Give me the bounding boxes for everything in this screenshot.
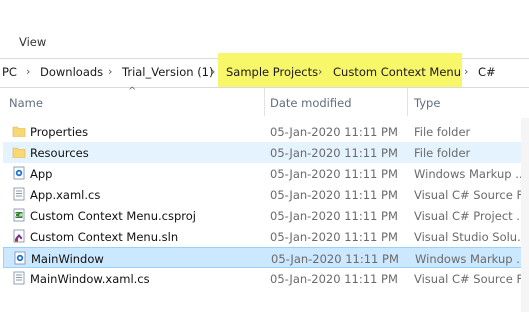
cs-file-icon bbox=[12, 271, 26, 285]
file-type: File folder bbox=[414, 146, 471, 160]
file-date-modified: 05-Jan-2020 11:11 PM bbox=[270, 230, 398, 244]
file-name: Custom Context Menu.sln bbox=[30, 230, 179, 244]
file-type: File folder bbox=[414, 125, 471, 139]
csproj-file-icon: C# bbox=[12, 208, 26, 222]
column-header-date[interactable]: Date modified bbox=[270, 96, 352, 110]
file-type: Windows Markup ... bbox=[414, 167, 527, 181]
breadcrumb-separator-icon[interactable]: › bbox=[108, 65, 112, 78]
file-row[interactable]: Custom Context Menu.sln 05-Jan-2020 11:11… bbox=[3, 226, 529, 247]
file-row[interactable]: Resources 05-Jan-2020 11:11 PM File folder bbox=[3, 142, 529, 163]
file-row[interactable]: Properties 05-Jan-2020 11:11 PM File folde… bbox=[3, 121, 529, 142]
file-type: Visual C# Project ... bbox=[414, 209, 528, 223]
view-tab[interactable]: View bbox=[19, 35, 46, 49]
folder-icon bbox=[12, 145, 26, 159]
file-type: Windows Markup ... bbox=[415, 252, 528, 266]
xaml-file-icon bbox=[12, 166, 26, 180]
file-date-modified: 05-Jan-2020 11:11 PM bbox=[270, 146, 398, 160]
file-date-modified: 05-Jan-2020 11:11 PM bbox=[270, 125, 398, 139]
file-type: Visual C# Source F... bbox=[414, 188, 529, 202]
ribbon: View bbox=[0, 0, 529, 58]
breadcrumb: PC › Downloads › Trial_Version (1) › Sam… bbox=[0, 58, 529, 86]
cs-file-icon bbox=[12, 187, 26, 201]
file-date-modified: 05-Jan-2020 11:11 PM bbox=[270, 209, 398, 223]
breadcrumb-pc[interactable]: PC bbox=[2, 65, 17, 79]
file-name: MainWindow bbox=[31, 252, 104, 266]
xaml-file-icon bbox=[13, 251, 27, 265]
file-name: Custom Context Menu.csproj bbox=[30, 209, 196, 223]
file-type: Visual C# Source F... bbox=[414, 272, 529, 286]
file-row[interactable]: App.xaml.cs 05-Jan-2020 11:11 PM Visual C#… bbox=[3, 184, 529, 205]
breadcrumb-csharp[interactable]: C# bbox=[478, 65, 496, 79]
file-row[interactable]: App 05-Jan-2020 11:11 PM Windows Markup ..… bbox=[3, 163, 529, 184]
breadcrumb-downloads[interactable]: Downloads bbox=[40, 65, 103, 79]
breadcrumb-separator-icon[interactable]: › bbox=[211, 65, 215, 78]
file-date-modified: 05-Jan-2020 11:11 PM bbox=[271, 252, 399, 266]
breadcrumb-sample-projects[interactable]: Sample Projects bbox=[226, 65, 318, 79]
file-name: App.xaml.cs bbox=[30, 188, 101, 202]
file-row[interactable]: MainWindow 05-Jan-2020 11:11 PM Windows Ma… bbox=[3, 247, 529, 268]
column-divider[interactable] bbox=[264, 88, 265, 116]
file-name: Resources bbox=[30, 146, 89, 160]
breadcrumb-separator-icon[interactable]: › bbox=[464, 65, 468, 78]
folder-icon bbox=[12, 124, 26, 138]
file-name: App bbox=[30, 167, 53, 181]
breadcrumb-separator-icon[interactable]: › bbox=[26, 65, 30, 78]
file-type: Visual Studio Solu... bbox=[414, 230, 529, 244]
sln-file-icon bbox=[12, 229, 26, 243]
column-header-type[interactable]: Type bbox=[414, 96, 440, 110]
file-name: Properties bbox=[30, 125, 89, 139]
breadcrumb-custom-context-menu[interactable]: Custom Context Menu bbox=[333, 65, 461, 79]
vertical-scrollbar[interactable] bbox=[521, 118, 529, 312]
file-date-modified: 05-Jan-2020 11:11 PM bbox=[270, 167, 398, 181]
file-row[interactable]: MainWindow.xaml.cs 05-Jan-2020 11:11 PM Vi… bbox=[3, 268, 529, 289]
column-divider[interactable] bbox=[407, 88, 408, 116]
file-row[interactable]: C# Custom Context Menu.csproj 05-Jan-2020 … bbox=[3, 205, 529, 226]
file-date-modified: 05-Jan-2020 11:11 PM bbox=[270, 272, 398, 286]
file-date-modified: 05-Jan-2020 11:11 PM bbox=[270, 188, 398, 202]
column-header-name[interactable]: Name bbox=[9, 96, 43, 110]
file-name: MainWindow.xaml.cs bbox=[30, 272, 150, 286]
svg-text:C#: C# bbox=[15, 213, 23, 219]
breadcrumb-separator-icon[interactable]: › bbox=[318, 65, 322, 78]
breadcrumb-trial-version[interactable]: Trial_Version (1) bbox=[122, 65, 213, 79]
